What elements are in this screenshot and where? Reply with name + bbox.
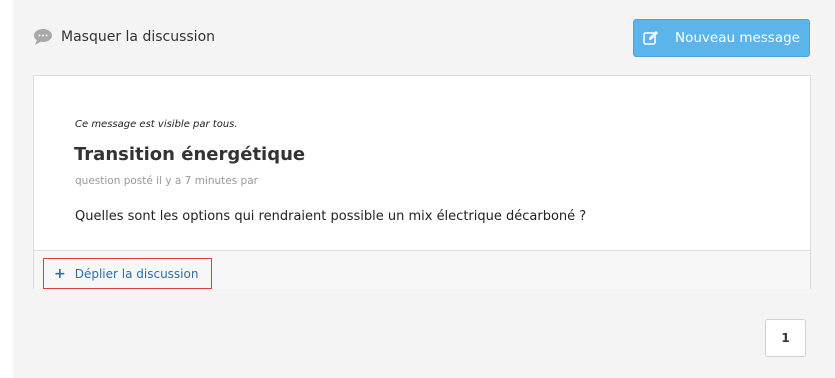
hide-discussion-label: Masquer la discussion xyxy=(61,29,216,45)
visibility-note: Ce message est visible par tous. xyxy=(75,119,238,130)
message-card: Ce message est visible par tous. Transit… xyxy=(33,75,811,289)
plus-icon: + xyxy=(54,265,66,282)
post-meta: question posté il y a 7 minutes par xyxy=(75,175,258,187)
expand-discussion-label: Déplier la discussion xyxy=(74,266,199,281)
post-question: Quelles sont les options qui rendraient … xyxy=(75,209,587,224)
speech-bubble-icon xyxy=(33,28,53,46)
hide-discussion-toggle[interactable]: Masquer la discussion xyxy=(33,25,215,49)
new-message-label: Nouveau message xyxy=(674,30,800,46)
message-body: Ce message est visible par tous. Transit… xyxy=(34,76,810,250)
post-title: Transition énergétique xyxy=(74,144,306,165)
message-footer: + Déplier la discussion xyxy=(34,250,810,289)
edit-icon xyxy=(643,30,659,46)
pagination-page-button[interactable]: 1 xyxy=(765,319,806,357)
expand-discussion-link[interactable]: + Déplier la discussion xyxy=(43,258,212,289)
new-message-button[interactable]: Nouveau message xyxy=(633,19,810,57)
discussion-panel: Masquer la discussion Nouveau message Ce… xyxy=(13,0,835,378)
